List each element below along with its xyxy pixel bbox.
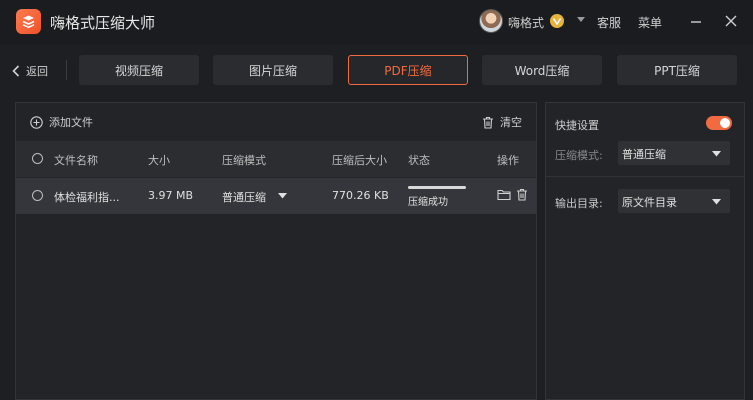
row-mode[interactable]: 普通压缩 <box>222 189 266 205</box>
tab-video-compress[interactable]: 视频压缩 <box>79 55 199 85</box>
avatar[interactable] <box>479 9 503 33</box>
header-size: 大小 <box>148 154 170 167</box>
caret-down-icon <box>712 151 721 157</box>
header-compressed-size: 压缩后大小 <box>332 154 387 167</box>
customer-service-link[interactable]: 客服 <box>597 14 621 31</box>
add-file-button[interactable]: 添加文件 <box>30 114 93 130</box>
tab-pdf-compress[interactable]: PDF压缩 <box>348 55 468 85</box>
header-actions: 操作 <box>497 154 519 167</box>
header-filename: 文件名称 <box>54 154 98 167</box>
clear-label: 清空 <box>500 116 522 129</box>
clear-button[interactable]: 清空 <box>482 114 522 130</box>
row-size: 3.97 MB <box>148 189 194 202</box>
menu-link[interactable]: 菜单 <box>638 14 662 31</box>
trash-icon[interactable] <box>516 188 528 201</box>
add-file-label: 添加文件 <box>49 116 93 129</box>
back-arrow-icon <box>12 65 20 77</box>
output-label: 输出目录: <box>555 197 603 210</box>
quick-settings-panel: 快捷设置 压缩模式: 普通压缩 输出目录: 原文件目录 <box>545 102 745 400</box>
header-mode: 压缩模式 <box>222 154 266 167</box>
title-bar: 嗨格式压缩大师 嗨格式 客服 菜单 <box>0 0 753 44</box>
vip-icon <box>550 14 564 28</box>
output-select[interactable]: 原文件目录 <box>618 189 730 213</box>
mode-label: 压缩模式: <box>555 149 603 162</box>
quick-settings-toggle[interactable] <box>706 116 732 130</box>
settings-divider <box>546 176 744 177</box>
caret-down-icon <box>712 199 721 205</box>
file-list-panel: 添加文件 清空 文件名称 大小 压缩模式 压缩后大小 状态 操作 体检福利指..… <box>15 102 537 400</box>
trash-icon <box>483 116 493 129</box>
plus-circle-icon <box>30 115 43 129</box>
header-status: 状态 <box>408 154 430 167</box>
tab-ppt-compress[interactable]: PPT压缩 <box>617 55 737 85</box>
row-progress-bar <box>408 186 466 189</box>
back-label: 返回 <box>26 65 48 78</box>
folder-icon[interactable] <box>497 188 511 201</box>
row-select-radio[interactable] <box>32 190 43 201</box>
tab-word-compress[interactable]: Word压缩 <box>482 55 602 85</box>
back-button[interactable]: 返回 <box>12 62 48 80</box>
row-compressed-size: 770.26 KB <box>332 189 389 202</box>
table-header: 文件名称 大小 压缩模式 压缩后大小 状态 操作 <box>16 141 536 177</box>
minimize-icon[interactable] <box>688 13 704 29</box>
select-all-radio[interactable] <box>32 153 43 164</box>
row-status: 压缩成功 <box>408 197 448 208</box>
nav-divider <box>66 60 67 80</box>
user-caret-down-icon[interactable] <box>577 17 585 23</box>
row-filename: 体检福利指... <box>54 191 120 204</box>
mode-select-value: 普通压缩 <box>622 148 666 161</box>
table-row[interactable]: 体检福利指... 3.97 MB 普通压缩 770.26 KB 压缩成功 <box>16 178 536 214</box>
settings-title: 快捷设置 <box>555 119 599 132</box>
user-name[interactable]: 嗨格式 <box>508 14 544 31</box>
output-select-value: 原文件目录 <box>622 196 677 209</box>
mode-caret-down-icon[interactable] <box>278 193 287 199</box>
app-title: 嗨格式压缩大师 <box>50 14 156 32</box>
tab-image-compress[interactable]: 图片压缩 <box>213 55 333 85</box>
app-logo-icon <box>16 9 41 34</box>
mode-select[interactable]: 普通压缩 <box>618 141 730 165</box>
panel-toolbar: 添加文件 清空 <box>16 103 536 141</box>
close-icon[interactable] <box>723 13 739 29</box>
